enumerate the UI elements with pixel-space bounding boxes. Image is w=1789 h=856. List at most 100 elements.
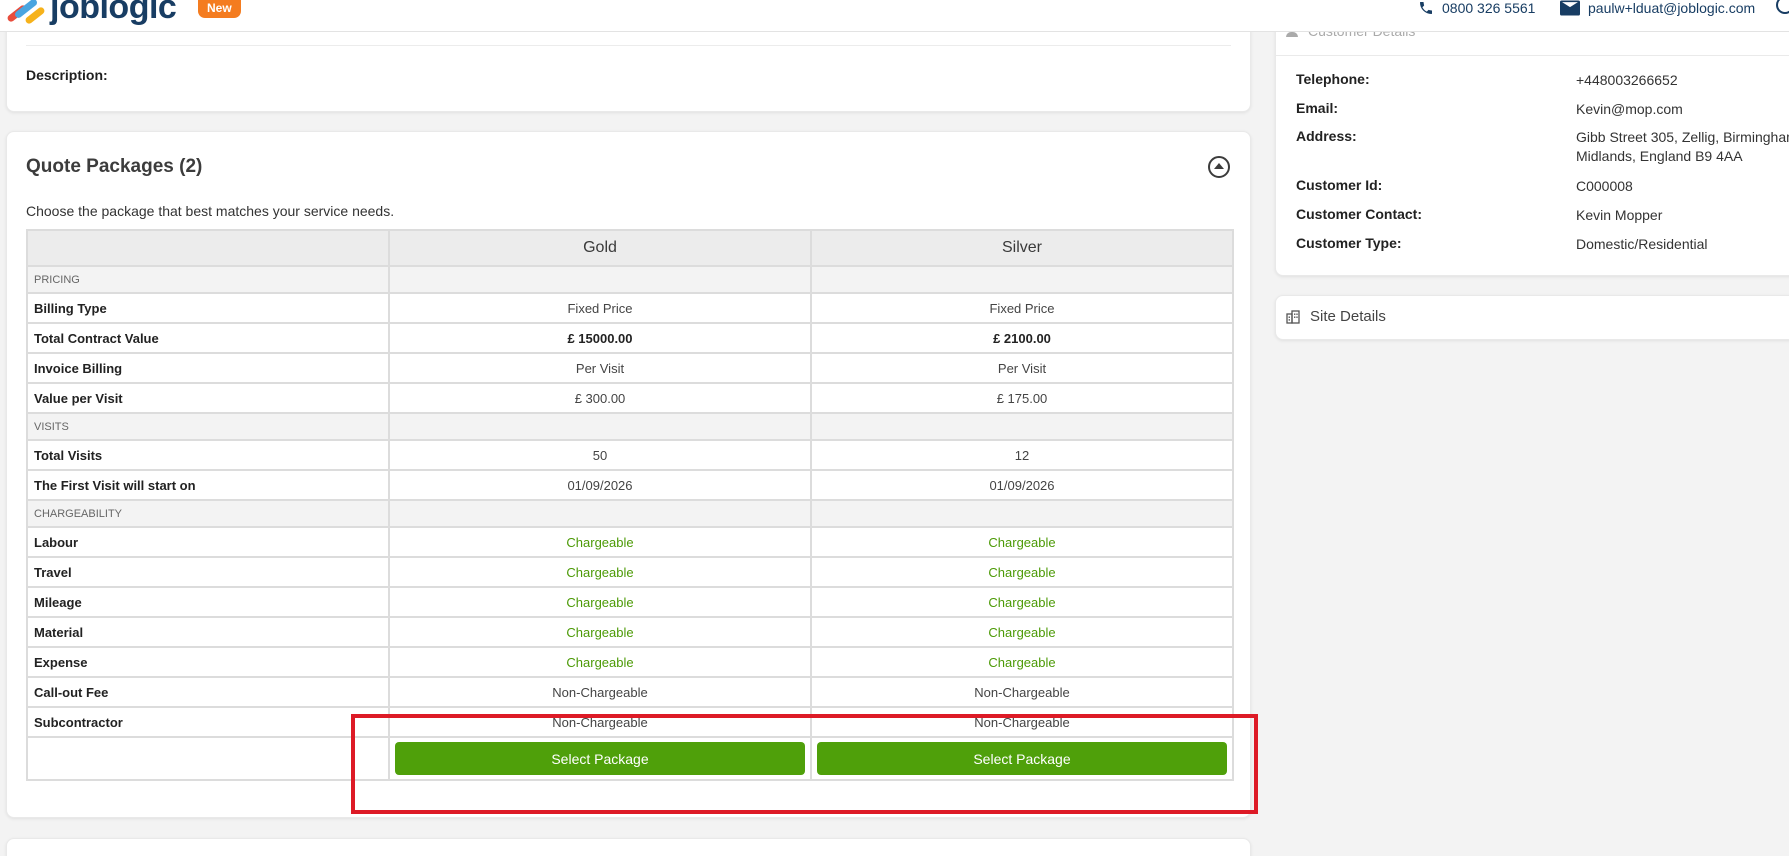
email-value[interactable]: Kevin@mop.com [1576,100,1683,119]
user-menu-icon[interactable] [1776,0,1789,14]
customer-email-row: Email: Kevin@mop.com [1296,100,1683,119]
site-details-heading: Site Details [1310,308,1386,325]
header-blank-cell [26,229,390,267]
field-label: Address: [1296,128,1357,144]
select-gold-package-button[interactable]: Select Package [395,742,805,775]
table-row: Labour Chargeable Chargeable [26,526,1234,558]
table-row: Total Visits 50 12 [26,439,1234,471]
gold-value: 01/09/2026 [388,469,812,501]
phone-icon [1420,2,1432,14]
gold-value: Per Visit [388,352,812,384]
gold-value: Fixed Price [388,292,812,324]
building-icon [1286,309,1300,324]
top-bar: joblogic New 0800 326 5561 paulw+lduat@j… [0,0,1789,32]
collapse-chevron-up-icon[interactable] [1208,156,1230,178]
customer-address-row: Address: Gibb Street 305, Zellig, Birmin… [1296,128,1789,166]
gold-value: Chargeable [388,646,812,678]
site-details-card[interactable]: Site Details [1275,295,1789,340]
package-header-silver: Silver [810,229,1234,267]
customer-type-value: Domestic/Residential [1576,236,1708,252]
gold-value: Chargeable [388,586,812,618]
telephone-value[interactable]: +448003266652 [1576,71,1678,90]
package-header-gold: Gold [388,229,812,267]
logo-text: joblogic [50,0,177,26]
gold-value: £ 300.00 [388,382,812,414]
row-label: Billing Type [26,292,390,324]
silver-value: Non-Chargeable [810,676,1234,708]
section-label: VISITS [26,412,390,441]
next-section-card [6,838,1251,856]
joblogic-logo[interactable]: joblogic [4,0,177,26]
mail-icon [1560,0,1580,16]
select-silver-package-button[interactable]: Select Package [817,742,1227,775]
section-label: PRICING [26,265,390,294]
email-address: paulw+lduat@joblogic.com [1588,0,1756,16]
divider [1276,55,1789,56]
select-package-row: Select Package Select Package [26,736,1234,781]
row-label: Expense [26,646,390,678]
row-label: Labour [26,526,390,558]
gold-value: 50 [388,439,812,471]
row-label: Travel [26,556,390,588]
address-line-1: Gibb Street 305, Zellig, Birmingham, Wes… [1576,129,1789,145]
support-phone[interactable]: 0800 326 5561 [1418,0,1535,16]
table-row: Material Chargeable Chargeable [26,616,1234,648]
row-label: Subcontractor [26,706,390,738]
silver-value: Fixed Price [810,292,1234,324]
quote-packages-title: Quote Packages (2) [26,156,203,177]
table-row: Value per Visit £ 300.00 £ 175.00 [26,382,1234,414]
gold-value: Non-Chargeable [388,676,812,708]
field-label: Telephone: [1296,71,1370,87]
table-row: Subcontractor Non-Chargeable Non-Chargea… [26,706,1234,738]
divider [26,45,1231,46]
row-label: Total Visits [26,439,390,471]
silver-value: 12 [810,439,1234,471]
gold-value: £ 15000.00 [388,322,812,354]
customer-details-card: Customer Details Telephone: +44800326665… [1275,14,1789,276]
field-label: Email: [1296,100,1339,116]
packages-table: Gold Silver PRICING Billing Type Fixed P… [26,229,1234,781]
row-label: Call-out Fee [26,676,390,708]
new-badge: New [198,0,241,18]
table-row: Billing Type Fixed Price Fixed Price [26,292,1234,324]
row-label: Value per Visit [26,382,390,414]
silver-value: £ 175.00 [810,382,1234,414]
customer-id-value: C000008 [1576,178,1633,194]
silver-value: 01/09/2026 [810,469,1234,501]
table-row: Travel Chargeable Chargeable [26,556,1234,588]
row-label: The First Visit will start on [26,469,390,501]
support-email[interactable]: paulw+lduat@joblogic.com [1560,0,1755,16]
job-description-card: Description: [6,22,1251,112]
field-label: Customer Contact: [1296,206,1423,222]
section-row-pricing: PRICING [26,265,1234,294]
silver-value: Chargeable [810,646,1234,678]
customer-contact-value: Kevin Mopper [1576,207,1663,223]
customer-telephone-row: Telephone: +448003266652 [1296,71,1678,90]
table-row: Total Contract Value £ 15000.00 £ 2100.0… [26,322,1234,354]
gold-value: Chargeable [388,556,812,588]
address-line-2: Midlands, England B9 4AA [1576,148,1743,164]
silver-value: Per Visit [810,352,1234,384]
field-label: Customer Id: [1296,177,1383,193]
silver-value: Chargeable [810,526,1234,558]
customer-contact-row: Customer Contact: Kevin Mopper [1296,206,1662,225]
gold-value: Chargeable [388,526,812,558]
site-details-header[interactable]: Site Details [1286,308,1386,325]
row-label: Material [26,616,390,648]
description-label: Description: [26,67,108,83]
table-header-row: Gold Silver [26,229,1234,267]
logo-mark-icon [4,0,48,26]
row-label: Total Contract Value [26,322,390,354]
gold-value: Chargeable [388,616,812,648]
silver-value: Chargeable [810,556,1234,588]
table-row: Expense Chargeable Chargeable [26,646,1234,678]
silver-value: £ 2100.00 [810,322,1234,354]
section-row-chargeability: CHARGEABILITY [26,499,1234,528]
silver-value: Chargeable [810,586,1234,618]
quote-packages-card: Quote Packages (2) Choose the package th… [6,131,1251,818]
address-value: Gibb Street 305, Zellig, Birmingham, Wes… [1576,128,1789,166]
silver-value: Chargeable [810,616,1234,648]
row-label: Invoice Billing [26,352,390,384]
quote-packages-subtitle: Choose the package that best matches you… [26,203,395,219]
table-row: Invoice Billing Per Visit Per Visit [26,352,1234,384]
